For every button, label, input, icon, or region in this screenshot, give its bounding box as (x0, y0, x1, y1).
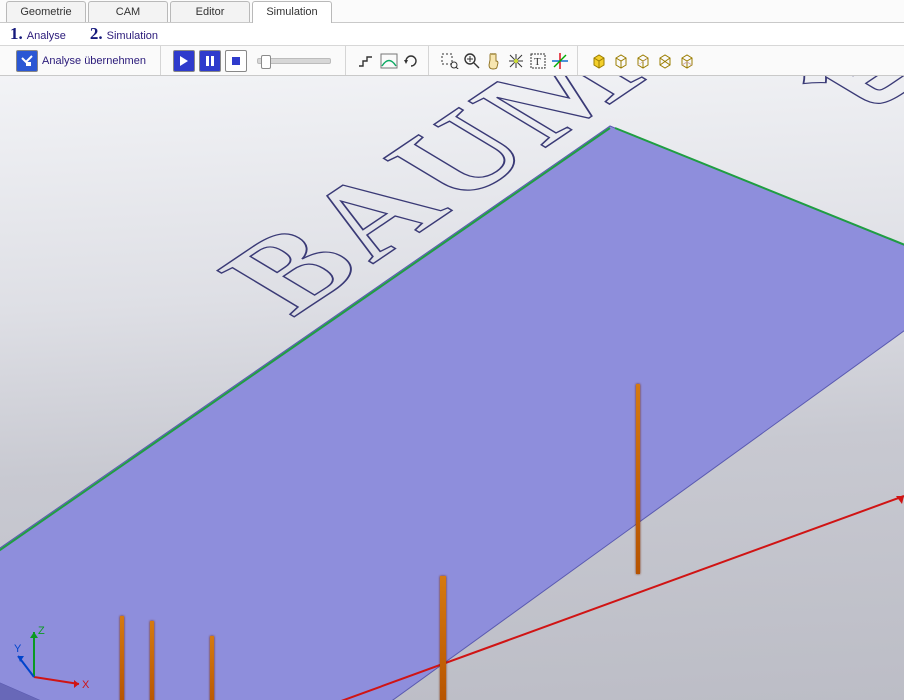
sub-tabstrip: 1. Analyse 2. Simulation (0, 23, 904, 46)
shade-wire3-button[interactable] (656, 52, 674, 70)
axis-triad: X Z Y (14, 622, 94, 692)
svg-text:T: T (534, 56, 541, 68)
sim-toolbar: Analyse übernehmen (0, 46, 904, 76)
subtab-label-2: Simulation (107, 30, 158, 42)
tool-streak (440, 576, 446, 700)
subtab-analyse[interactable]: 1. Analyse (10, 24, 66, 44)
loop-icon (403, 53, 419, 69)
subtab-num-1: 1. (10, 24, 23, 44)
shade-solid-button[interactable] (590, 52, 608, 70)
step-mode-button[interactable] (358, 52, 376, 70)
play-button[interactable] (173, 50, 195, 72)
rotate-button[interactable] (507, 52, 525, 70)
shade-solid-icon (590, 52, 608, 70)
subtab-simulation[interactable]: 2. Simulation (90, 24, 158, 44)
stop-icon (231, 56, 241, 66)
fit-text-button[interactable]: T (529, 52, 547, 70)
tab-geometrie[interactable]: Geometrie (6, 1, 86, 22)
shade-wire1-button[interactable] (612, 52, 630, 70)
zoom-area-button[interactable] (441, 52, 459, 70)
fit-text-icon: T (529, 52, 547, 70)
shade-wire4-icon (678, 52, 696, 70)
pause-icon (205, 56, 215, 66)
tool-streak (210, 636, 214, 700)
zoom-area-icon (441, 53, 459, 69)
subtab-label-1: Analyse (27, 30, 66, 42)
adopt-icon (21, 55, 33, 67)
zoom-in-icon (463, 52, 481, 70)
stop-button[interactable] (225, 50, 247, 72)
pause-button[interactable] (199, 50, 221, 72)
shade-wire3-icon (656, 52, 674, 70)
subtab-num-2: 2. (90, 24, 103, 44)
tab-editor[interactable]: Editor (170, 1, 250, 22)
pan-icon (485, 52, 503, 70)
speed-slider[interactable] (257, 58, 331, 64)
crosshair-icon (551, 52, 569, 70)
axis-x-label: X (82, 679, 90, 691)
shade-wire4-button[interactable] (678, 52, 696, 70)
tool-streak (636, 384, 640, 574)
tab-simulation[interactable]: Simulation (252, 1, 332, 23)
loop-button[interactable] (402, 52, 420, 70)
shade-wire2-icon (634, 52, 652, 70)
speed-slider-thumb[interactable] (261, 55, 271, 69)
tool-streak (120, 616, 124, 700)
workpiece-slab (0, 76, 904, 700)
viewport-3d[interactable]: Ω BAUMÜLLER 包米勒 X Z Y (0, 76, 904, 700)
rotate-icon (507, 52, 525, 70)
main-tabstrip: Geometrie CAM Editor Simulation (0, 0, 904, 23)
tool-streak (150, 621, 154, 700)
shade-wire1-icon (612, 52, 630, 70)
crosshair-button[interactable] (551, 52, 569, 70)
shade-wire2-button[interactable] (634, 52, 652, 70)
adopt-analysis-button[interactable] (16, 50, 38, 72)
curve-icon (380, 53, 398, 69)
tab-cam[interactable]: CAM (88, 1, 168, 22)
play-icon (179, 56, 189, 66)
step-icon (358, 53, 376, 69)
axis-y-label: Y (14, 643, 22, 655)
axis-z-label: Z (38, 625, 45, 637)
zoom-in-button[interactable] (463, 52, 481, 70)
pan-button[interactable] (485, 52, 503, 70)
adopt-analysis-label: Analyse übernehmen (42, 55, 146, 67)
curve-mode-button[interactable] (380, 52, 398, 70)
